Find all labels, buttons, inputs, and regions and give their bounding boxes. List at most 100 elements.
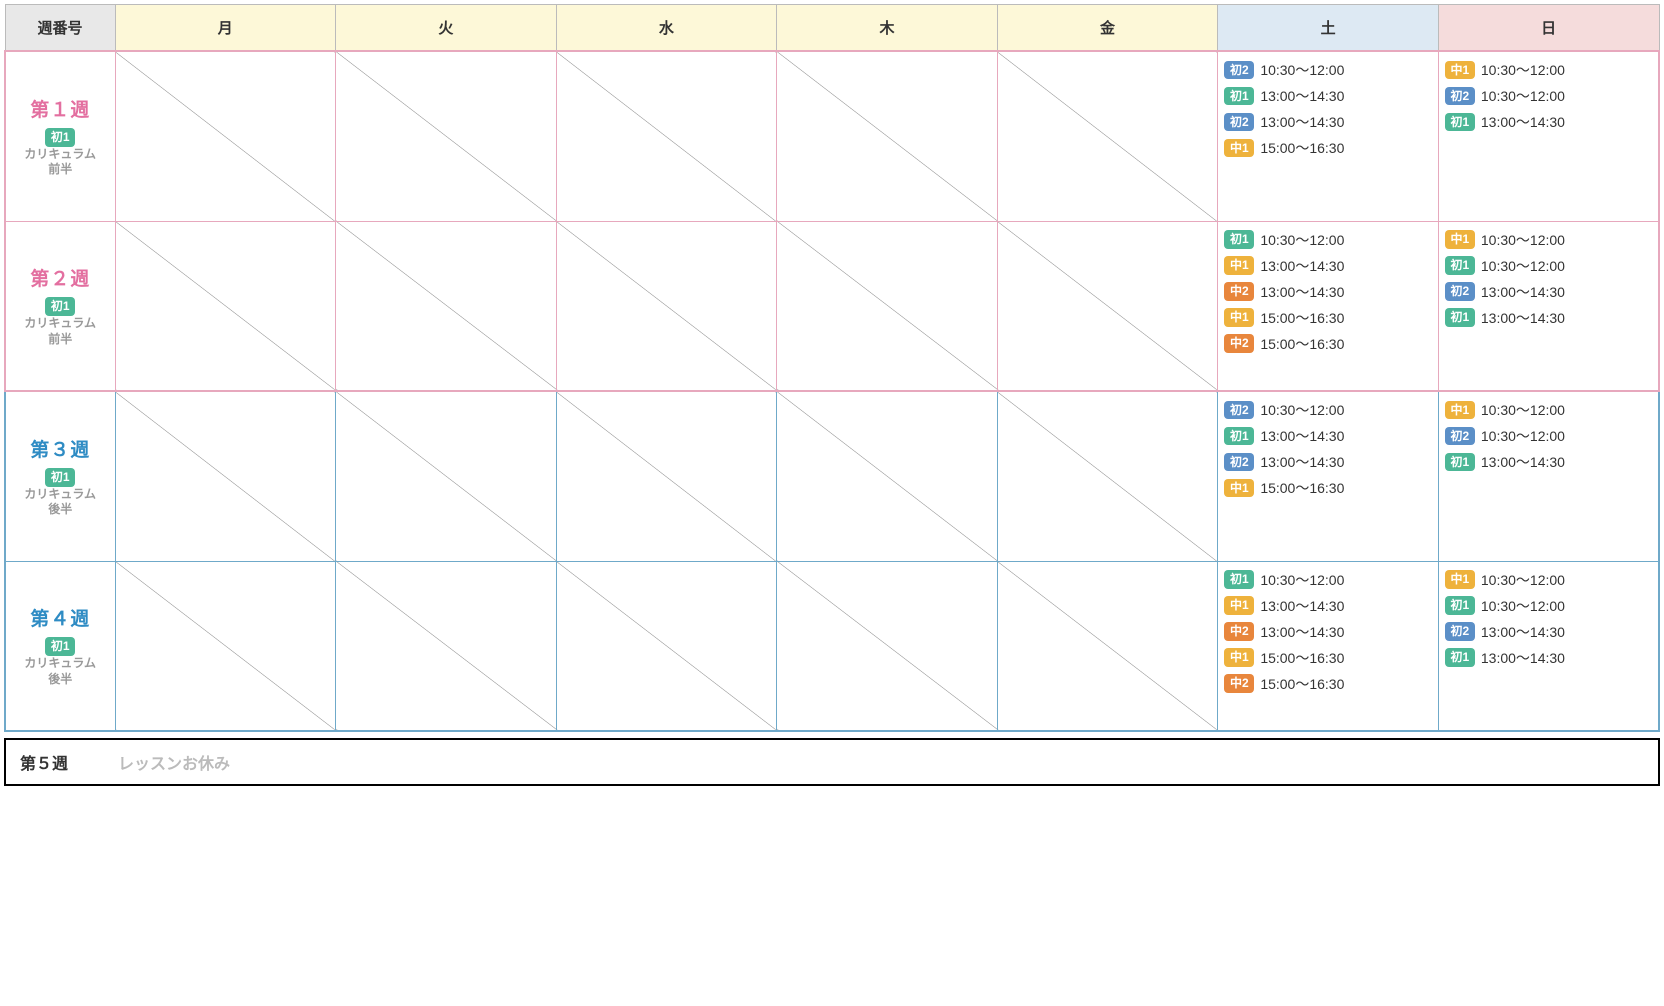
level-badge: 初2 bbox=[1224, 453, 1254, 472]
schedule-event: 初2 10:30～12:00 bbox=[1224, 60, 1432, 80]
level-badge: 中2 bbox=[1224, 334, 1254, 353]
header-mon: 月 bbox=[115, 5, 336, 52]
week-subtext: カリキュラム前半 bbox=[10, 147, 111, 178]
event-list: 中110:30～12:00初110:30～12:00初213:00～14:30初… bbox=[1439, 222, 1658, 336]
week-title: 第１週 bbox=[10, 95, 111, 122]
empty-day-cell bbox=[115, 221, 336, 391]
level-badge: 中1 bbox=[1445, 570, 1475, 589]
schedule-event: 中115:00～16:30 bbox=[1224, 478, 1432, 498]
header-sat: 土 bbox=[1218, 5, 1439, 52]
sun-cell: 中110:30～12:00初110:30～12:00初213:00～14:30初… bbox=[1438, 221, 1659, 391]
schedule-event: 初1 13:00～14:30 bbox=[1445, 308, 1652, 328]
empty-day-cell bbox=[997, 561, 1218, 731]
week-title: 第３週 bbox=[10, 435, 111, 462]
event-list: 初110:30～12:00中113:00～14:30中213:00～14:30中… bbox=[1218, 222, 1438, 362]
event-time: 13:00～14:30 bbox=[1260, 86, 1344, 106]
schedule-event: 中1 13:00～14:30 bbox=[1224, 256, 1432, 276]
level-badge: 初1 bbox=[1445, 113, 1475, 132]
level-badge: 中1 bbox=[1224, 139, 1254, 158]
level-badge: 初2 bbox=[1445, 427, 1475, 446]
empty-day-cell bbox=[997, 221, 1218, 391]
schedule-event: 中2 15:00～16:30 bbox=[1224, 674, 1432, 694]
event-time: 10:30～12:00 bbox=[1260, 570, 1344, 590]
event-time: 10:30～12:00 bbox=[1481, 426, 1565, 446]
week-level-badge: 初1 bbox=[45, 637, 75, 656]
empty-day-cell bbox=[777, 221, 998, 391]
schedule-event: 中115:00～16:30 bbox=[1224, 648, 1432, 668]
sat-cell: 初2 10:30～12:00 初1 13:00～14:30 初213:00～14:30 中… bbox=[1218, 391, 1439, 561]
level-badge: 初2 bbox=[1224, 61, 1254, 80]
week5-row: 第５週 レッスンお休み bbox=[4, 738, 1660, 786]
event-time: 10:30～12:00 bbox=[1481, 596, 1565, 616]
event-time: 13:00～14:30 bbox=[1481, 622, 1565, 642]
level-badge: 初1 bbox=[1224, 230, 1254, 249]
empty-day-cell bbox=[556, 561, 777, 731]
event-time: 13:00～14:30 bbox=[1260, 426, 1344, 446]
schedule-event: 中115:00～16:30 bbox=[1224, 308, 1432, 328]
event-time: 13:00～14:30 bbox=[1260, 256, 1344, 276]
event-time: 10:30～12:00 bbox=[1481, 256, 1565, 276]
level-badge: 初2 bbox=[1445, 282, 1475, 301]
sat-cell: 初110:30～12:00中113:00～14:30中213:00～14:30中… bbox=[1218, 561, 1439, 731]
empty-day-cell bbox=[115, 391, 336, 561]
week-label: 第３週初1カリキュラム後半 bbox=[5, 391, 115, 561]
level-badge: 初2 bbox=[1224, 401, 1254, 420]
event-time: 10:30～12:00 bbox=[1260, 60, 1344, 80]
level-badge: 初1 bbox=[1224, 427, 1254, 446]
level-badge: 初1 bbox=[1445, 648, 1475, 667]
schedule-event: 初213:00～14:30 bbox=[1224, 452, 1432, 472]
level-badge: 中1 bbox=[1224, 256, 1254, 275]
week-row: 第３週初1カリキュラム後半初210:30～12:00初113:00～14:30初… bbox=[5, 391, 1659, 561]
schedule-table: 週番号 月 火 水 木 金 土 日 第１週初1カリキュラム前半初210:30～1… bbox=[4, 4, 1660, 732]
empty-day-cell bbox=[556, 221, 777, 391]
event-time: 13:00～14:30 bbox=[1260, 622, 1344, 642]
schedule-event: 初110:30～12:00 bbox=[1445, 596, 1652, 616]
event-list: 初2 10:30～12:00 初1 13:00～14:30 初213:00～14:30 中… bbox=[1218, 392, 1438, 506]
level-badge: 初1 bbox=[1224, 570, 1254, 589]
event-time: 13:00～14:30 bbox=[1260, 282, 1344, 302]
schedule-event: 初2 10:30～12:00 bbox=[1224, 400, 1432, 420]
schedule-event: 中113:00～14:30 bbox=[1224, 596, 1432, 616]
event-list: 初110:30～12:00中113:00～14:30中213:00～14:30中… bbox=[1218, 562, 1438, 702]
week-row: 第４週初1カリキュラム後半初110:30～12:00中113:00～14:30中… bbox=[5, 561, 1659, 731]
sat-cell: 初110:30～12:00中113:00～14:30中213:00～14:30中… bbox=[1218, 221, 1439, 391]
group-second-half: 第３週初1カリキュラム後半初210:30～12:00初113:00～14:30初… bbox=[5, 391, 1659, 731]
schedule-event: 初1 10:30～12:00 bbox=[1224, 570, 1432, 590]
event-time: 15:00～16:30 bbox=[1260, 138, 1344, 158]
week-label: 第２週初1カリキュラム前半 bbox=[5, 221, 115, 391]
sun-cell: 中110:30～12:00初210:30～12:00初113:00～14:30 bbox=[1438, 51, 1659, 221]
week-row: 第１週初1カリキュラム前半初210:30～12:00初113:00～14:30初… bbox=[5, 51, 1659, 221]
schedule-event: 中215:00～16:30 bbox=[1224, 334, 1432, 354]
week-label: 第４週初1カリキュラム後半 bbox=[5, 561, 115, 731]
event-time: 15:00～16:30 bbox=[1260, 674, 1344, 694]
level-badge: 中2 bbox=[1224, 674, 1254, 693]
event-time: 13:00～14:30 bbox=[1481, 308, 1565, 328]
group-first-half: 第１週初1カリキュラム前半初210:30～12:00初113:00～14:30初… bbox=[5, 51, 1659, 391]
schedule-event: 初213:00～14:30 bbox=[1224, 112, 1432, 132]
schedule-event: 初2 13:00～14:30 bbox=[1445, 622, 1652, 642]
empty-day-cell bbox=[997, 51, 1218, 221]
schedule-event: 中213:00～14:30 bbox=[1224, 622, 1432, 642]
event-time: 10:30～12:00 bbox=[1260, 400, 1344, 420]
schedule-event: 中110:30～12:00 bbox=[1445, 400, 1652, 420]
event-time: 13:00～14:30 bbox=[1481, 282, 1565, 302]
schedule-event: 中110:30～12:00 bbox=[1445, 570, 1652, 590]
event-list: 中110:30～12:00初110:30～12:00初213:00～14:30初… bbox=[1439, 562, 1658, 676]
empty-day-cell bbox=[336, 391, 557, 561]
event-time: 13:00～14:30 bbox=[1481, 452, 1565, 472]
event-time: 10:30～12:00 bbox=[1260, 230, 1344, 250]
empty-day-cell bbox=[115, 51, 336, 221]
week-level-badge: 初1 bbox=[45, 468, 75, 487]
event-time: 13:00～14:30 bbox=[1481, 112, 1565, 132]
header-wed: 水 bbox=[556, 5, 777, 52]
event-time: 13:00～14:30 bbox=[1481, 648, 1565, 668]
week5-text: レッスンお休み bbox=[118, 750, 230, 774]
level-badge: 中1 bbox=[1445, 401, 1475, 420]
level-badge: 初2 bbox=[1445, 622, 1475, 641]
level-badge: 中1 bbox=[1224, 479, 1254, 498]
event-time: 13:00～14:30 bbox=[1260, 596, 1344, 616]
empty-day-cell bbox=[556, 391, 777, 561]
event-time: 13:00～14:30 bbox=[1260, 112, 1344, 132]
level-badge: 初1 bbox=[1445, 308, 1475, 327]
header-sun: 日 bbox=[1438, 5, 1659, 52]
